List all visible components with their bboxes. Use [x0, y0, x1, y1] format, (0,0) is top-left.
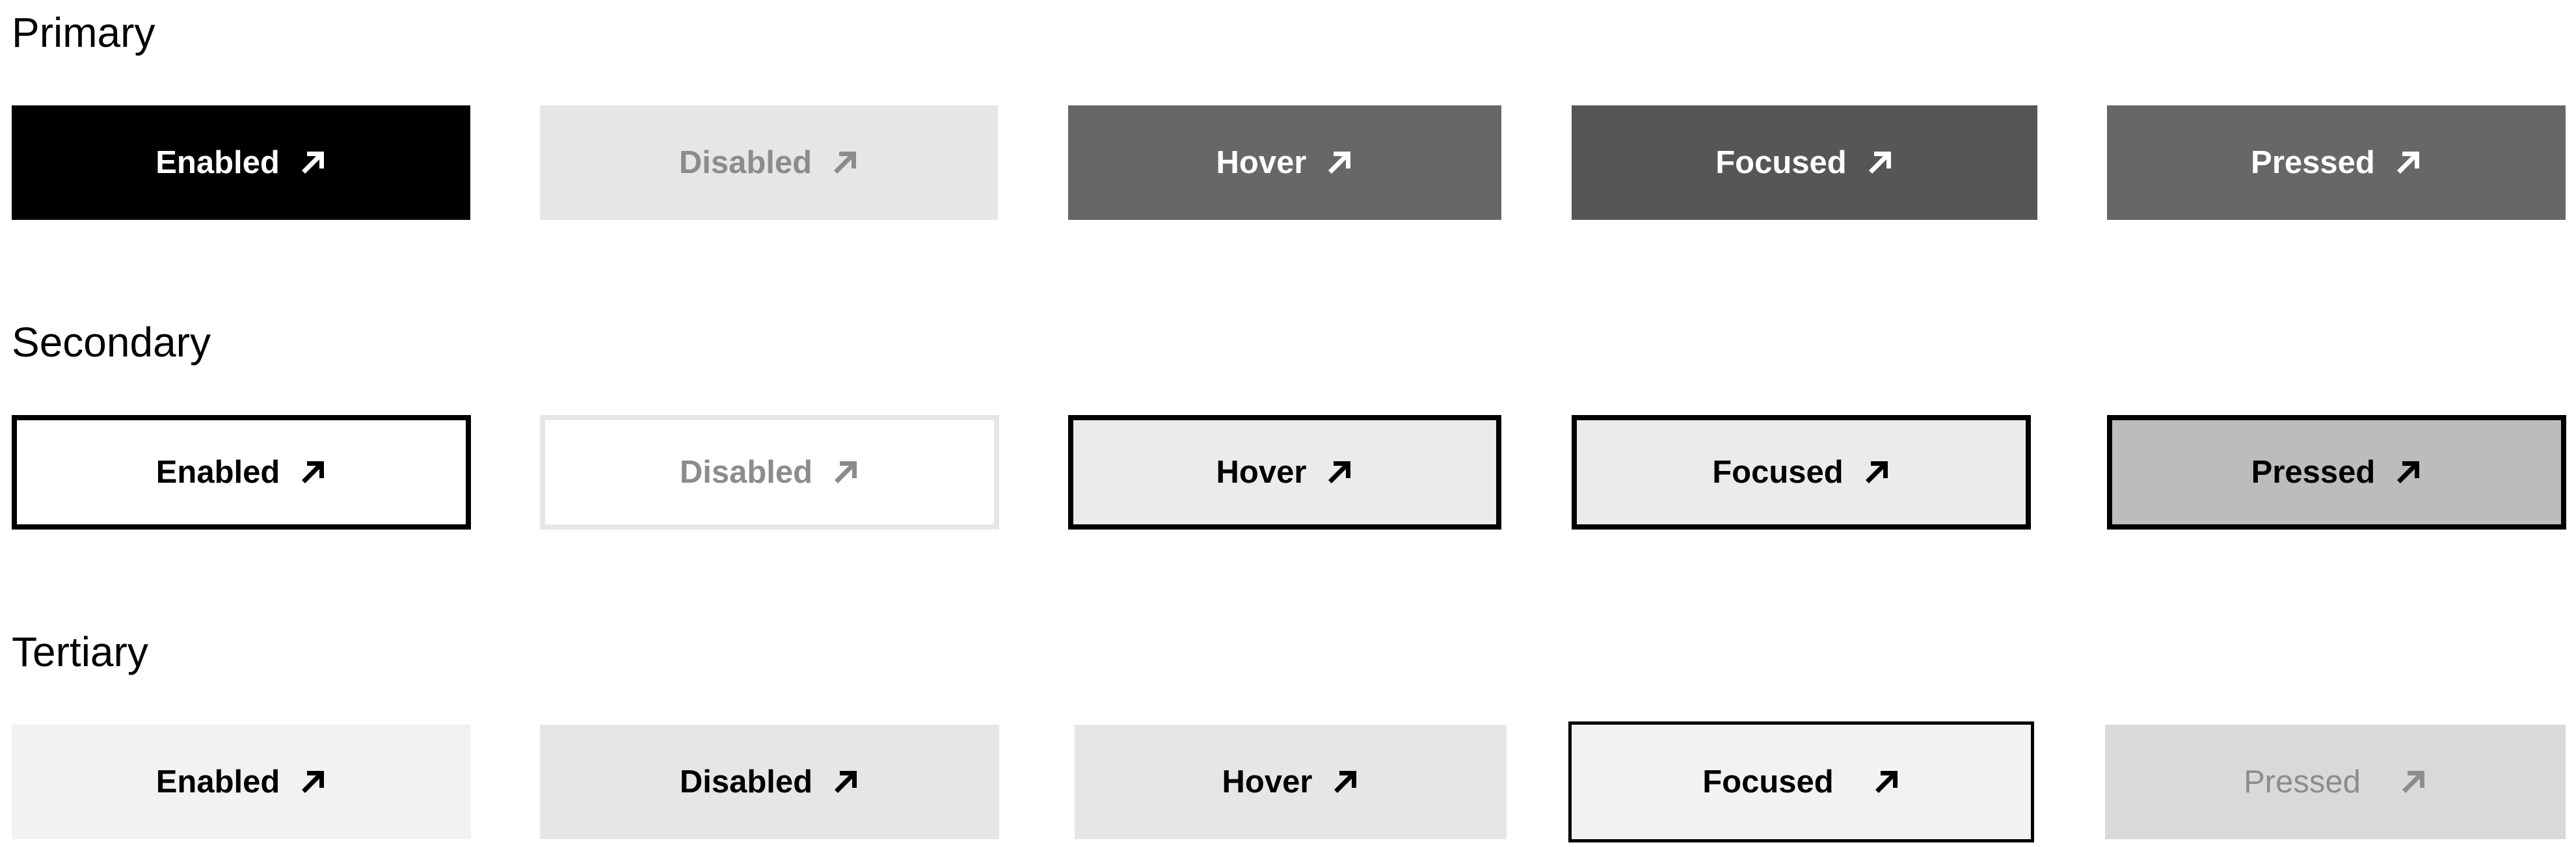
arrow-up-right-icon — [1873, 768, 1900, 796]
section-title-tertiary: Tertiary — [12, 628, 148, 675]
button-label: Enabled — [155, 145, 280, 180]
primary-pressed-button[interactable]: Pressed — [2107, 105, 2566, 220]
tertiary-focused-button[interactable]: Focused — [1568, 721, 2034, 842]
button-label: Hover — [1216, 145, 1307, 180]
secondary-focused-button[interactable]: Focused — [1572, 415, 2031, 530]
arrow-up-right-icon — [831, 149, 859, 176]
tertiary-pressed-button[interactable]: Pressed — [2105, 725, 2566, 839]
button-label: Enabled — [155, 455, 280, 490]
arrow-up-right-icon — [1326, 149, 1353, 176]
arrow-up-right-icon — [2395, 149, 2422, 176]
arrow-up-right-icon — [832, 768, 859, 796]
arrow-up-right-icon — [832, 459, 859, 486]
button-label: Disabled — [679, 455, 813, 490]
section-title-primary: Primary — [12, 9, 155, 56]
arrow-up-right-icon — [1863, 459, 1890, 486]
tertiary-disabled-button[interactable]: Disabled — [540, 725, 999, 839]
secondary-enabled-button[interactable]: Enabled — [12, 415, 471, 530]
secondary-hover-button[interactable]: Hover — [1068, 415, 1501, 530]
primary-hover-button[interactable]: Hover — [1068, 105, 1501, 220]
primary-disabled-button[interactable]: Disabled — [540, 105, 998, 220]
button-label: Disabled — [679, 764, 813, 800]
arrow-up-right-icon — [2395, 459, 2422, 486]
button-label: Pressed — [2244, 764, 2361, 800]
primary-focused-button[interactable]: Focused — [1572, 105, 2037, 220]
arrow-up-right-icon — [1866, 149, 1894, 176]
secondary-disabled-button[interactable]: Disabled — [540, 415, 999, 530]
arrow-up-right-icon — [1332, 768, 1359, 796]
button-label: Pressed — [2251, 455, 2376, 490]
tertiary-enabled-button[interactable]: Enabled — [12, 725, 471, 839]
arrow-up-right-icon — [1326, 459, 1353, 486]
button-label: Enabled — [155, 764, 280, 800]
button-label: Hover — [1216, 455, 1307, 490]
section-title-secondary: Secondary — [12, 319, 211, 366]
primary-enabled-button[interactable]: Enabled — [12, 105, 470, 220]
arrow-up-right-icon — [299, 149, 327, 176]
tertiary-hover-button[interactable]: Hover — [1075, 725, 1507, 839]
button-label: Hover — [1222, 764, 1313, 800]
secondary-pressed-button[interactable]: Pressed — [2107, 415, 2566, 530]
arrow-up-right-icon — [2400, 768, 2427, 796]
button-label: Pressed — [2251, 145, 2375, 180]
button-label: Focused — [1702, 764, 1834, 800]
button-label: Focused — [1715, 145, 1847, 180]
arrow-up-right-icon — [299, 768, 327, 796]
arrow-up-right-icon — [299, 459, 327, 486]
button-label: Focused — [1712, 455, 1844, 490]
button-label: Disabled — [678, 145, 812, 180]
